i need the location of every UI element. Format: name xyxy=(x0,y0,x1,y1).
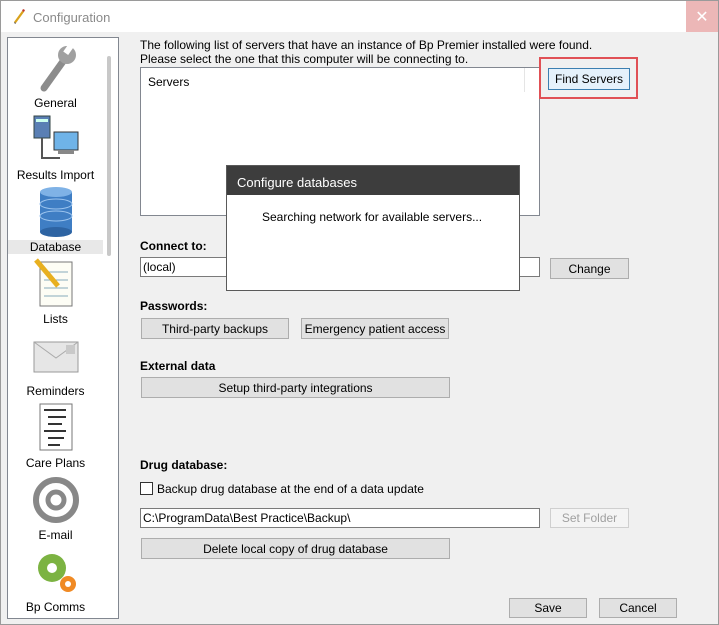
sidebar: General Results Import Database Lists Re… xyxy=(7,37,119,619)
network-computer-icon xyxy=(33,115,78,159)
servers-intro-line1: The following list of servers that have … xyxy=(140,38,593,52)
backup-drug-checkbox-label[interactable]: Backup drug database at the end of a dat… xyxy=(157,482,424,496)
close-icon: ✕ xyxy=(695,8,709,26)
sidebar-item-label: Results Import xyxy=(16,168,95,182)
find-servers-button[interactable]: Find Servers xyxy=(548,68,630,90)
sidebar-item-email[interactable]: E-mail xyxy=(8,474,103,542)
delete-drug-database-button[interactable]: Delete local copy of drug database xyxy=(141,538,450,559)
sidebar-item-label: E-mail xyxy=(38,528,73,542)
configure-databases-dialog: Configure databases Searching network fo… xyxy=(226,165,520,291)
backup-folder-value: C:\ProgramData\Best Practice\Backup\ xyxy=(143,511,351,525)
save-button[interactable]: Save xyxy=(509,598,587,618)
setup-integrations-button[interactable]: Setup third-party integrations xyxy=(141,377,450,398)
sidebar-scrollbar[interactable] xyxy=(107,56,111,256)
emergency-access-button[interactable]: Emergency patient access xyxy=(301,318,449,339)
sidebar-item-database[interactable]: Database xyxy=(8,186,103,254)
third-party-backups-button[interactable]: Third-party backups xyxy=(141,318,289,339)
dialog-message: Searching network for available servers.… xyxy=(262,210,483,224)
configuration-window: Configuration ✕ General Results Import D… xyxy=(0,0,719,625)
sidebar-item-reminders[interactable]: Reminders xyxy=(8,330,103,398)
tree-document-icon xyxy=(39,403,72,451)
external-data-heading: External data xyxy=(140,359,216,373)
sidebar-item-label: Care Plans xyxy=(25,456,86,470)
sidebar-item-label: Reminders xyxy=(26,384,85,398)
dialog-title-bar[interactable]: Configure databases xyxy=(227,166,519,195)
servers-column-label: Servers xyxy=(148,75,190,89)
wrench-icon xyxy=(40,43,76,92)
title-bar[interactable]: Configuration ✕ xyxy=(1,1,718,32)
servers-intro-line2: Please select the one that this computer… xyxy=(140,52,469,66)
change-button[interactable]: Change xyxy=(550,258,629,279)
sidebar-item-label: Lists xyxy=(43,312,68,326)
at-sign-icon xyxy=(32,477,79,523)
gears-icon xyxy=(37,554,76,592)
sidebar-item-bp-comms[interactable]: Bp Comms xyxy=(8,546,103,614)
database-icon xyxy=(39,187,72,237)
sidebar-item-results-import[interactable]: Results Import xyxy=(8,114,103,182)
sidebar-item-care-plans[interactable]: Care Plans xyxy=(8,402,103,470)
sidebar-item-label: Bp Comms xyxy=(25,600,86,614)
sidebar-item-lists[interactable]: Lists xyxy=(8,258,103,326)
backup-folder-field[interactable]: C:\ProgramData\Best Practice\Backup\ xyxy=(140,508,540,528)
sidebar-item-general[interactable]: General xyxy=(8,42,103,110)
close-button[interactable]: ✕ xyxy=(686,1,718,32)
dialog-title: Configure databases xyxy=(237,175,357,190)
sidebar-item-label: General xyxy=(34,96,77,110)
connect-heading: Connect to: xyxy=(140,239,207,253)
notepad-pencil-icon xyxy=(33,258,72,307)
backup-drug-checkbox[interactable] xyxy=(140,482,153,495)
envelope-icon xyxy=(33,341,78,373)
drug-database-heading: Drug database: xyxy=(140,458,228,472)
passwords-heading: Passwords: xyxy=(140,299,208,313)
connect-value: (local) xyxy=(143,260,176,274)
sidebar-item-label: Database xyxy=(8,240,103,254)
cancel-button[interactable]: Cancel xyxy=(599,598,677,618)
window-title: Configuration xyxy=(33,10,111,25)
servers-column-header[interactable]: Servers xyxy=(141,68,525,92)
set-folder-button[interactable]: Set Folder xyxy=(550,508,629,528)
pen-icon xyxy=(14,9,25,24)
